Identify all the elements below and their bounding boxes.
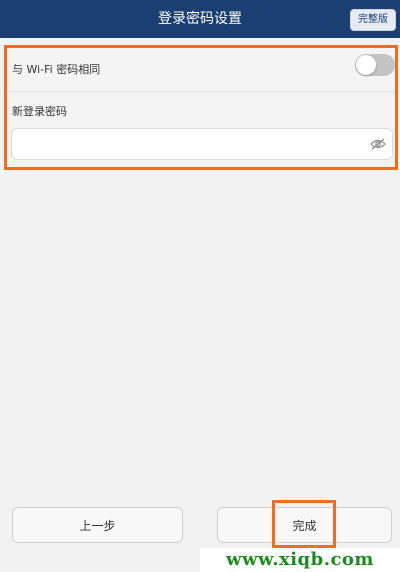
app-header: 登录密码设置 完整版 bbox=[0, 0, 400, 38]
eye-hidden-icon[interactable] bbox=[370, 137, 386, 151]
toggle-knob bbox=[356, 55, 376, 75]
done-button[interactable]: 完成 bbox=[217, 507, 392, 543]
site-watermark: www.xiqb.com bbox=[200, 548, 400, 572]
settings-card-highlighted: 与 Wi-Fi 密码相同 新登录密码 bbox=[4, 45, 398, 170]
new-password-input[interactable] bbox=[20, 133, 364, 157]
page-title: 登录密码设置 bbox=[158, 11, 242, 27]
full-version-button[interactable]: 完整版 bbox=[350, 9, 396, 31]
same-as-wifi-row: 与 Wi-Fi 密码相同 bbox=[7, 48, 395, 92]
same-as-wifi-toggle[interactable] bbox=[355, 54, 395, 76]
new-password-field[interactable] bbox=[11, 128, 393, 160]
previous-step-button[interactable]: 上一步 bbox=[12, 507, 183, 543]
new-password-label: 新登录密码 bbox=[12, 105, 67, 118]
same-as-wifi-label: 与 Wi-Fi 密码相同 bbox=[12, 63, 101, 76]
